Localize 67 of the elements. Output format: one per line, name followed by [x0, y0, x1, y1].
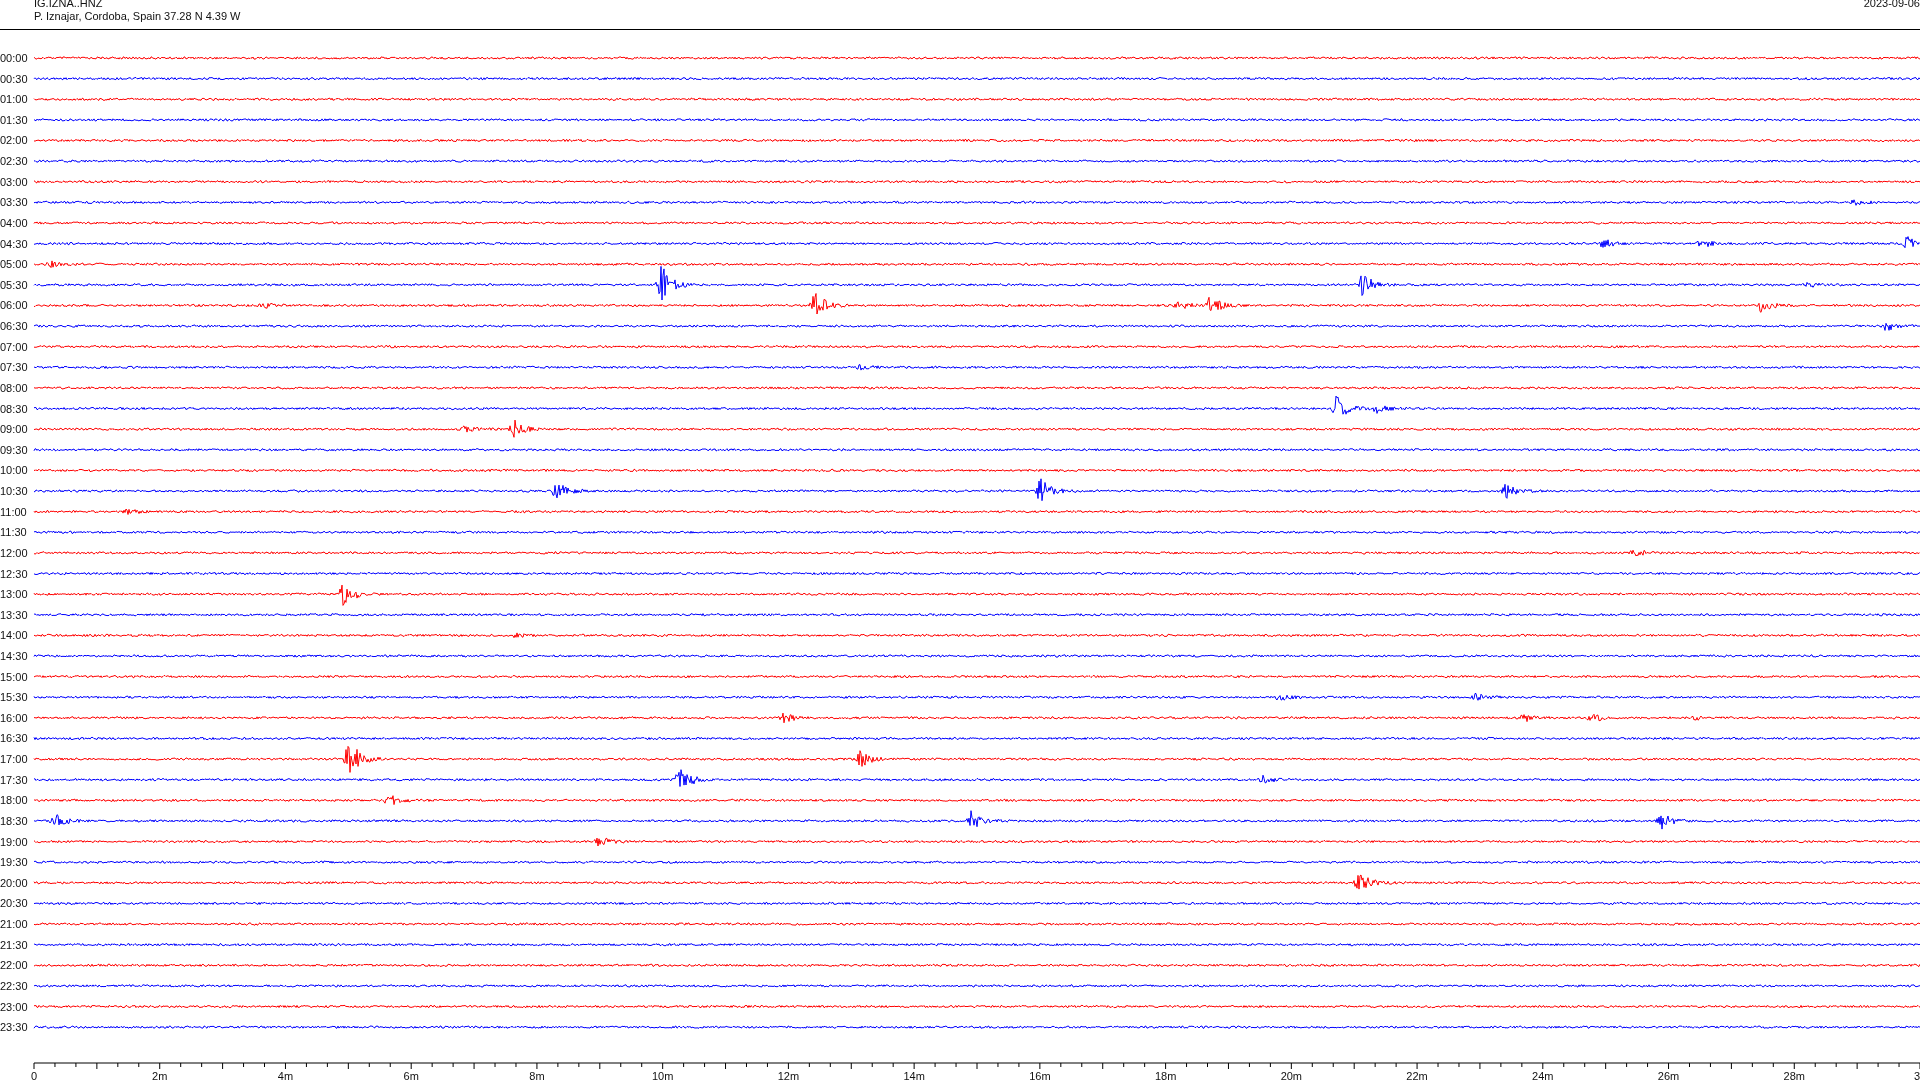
station-code: IG.IZNA..HNZ: [34, 0, 104, 10]
time-label: 13:00: [0, 588, 28, 601]
time-label: 22:00: [0, 959, 28, 972]
time-label: 01:00: [0, 93, 28, 106]
time-label: 15:00: [0, 670, 28, 683]
axis-label: 8m: [529, 1070, 545, 1080]
axis-label: 2m: [152, 1070, 168, 1080]
time-label: 14:00: [0, 629, 28, 642]
time-label: 18:30: [0, 814, 28, 827]
time-label: 08:00: [0, 381, 28, 394]
time-label: 06:00: [0, 299, 28, 312]
time-label: 22:30: [0, 979, 28, 992]
time-label: 20:00: [0, 876, 28, 889]
time-label: 16:30: [0, 732, 28, 745]
time-label: 02:30: [0, 155, 28, 168]
time-label: 21:30: [0, 938, 28, 951]
time-label: 00:30: [0, 72, 28, 85]
time-label: 10:30: [0, 485, 28, 497]
axis-label: 4m: [277, 1070, 294, 1080]
time-label: 07:30: [0, 361, 28, 374]
axis-label: 3: [1913, 1070, 1920, 1080]
time-label: 18:00: [0, 794, 28, 807]
time-label: 06:30: [0, 320, 28, 333]
time-label: 20:30: [0, 897, 28, 910]
axis-label: 6m: [403, 1070, 419, 1080]
time-label: 12:30: [0, 567, 28, 580]
axis-label: 16m: [1029, 1070, 1051, 1080]
axis-label: 20m: [1280, 1070, 1303, 1080]
time-label: 11:00: [0, 505, 27, 518]
time-label: 01:30: [0, 113, 28, 126]
time-label: 10:00: [0, 464, 28, 477]
time-label: 05:30: [0, 278, 28, 291]
time-label: 07:00: [0, 340, 28, 353]
axis-label: 24m: [1532, 1070, 1554, 1080]
axis-label: 28m: [1783, 1070, 1805, 1080]
time-label: 21:00: [0, 918, 28, 931]
time-label: 17:00: [0, 753, 28, 766]
time-label: 16:00: [0, 711, 28, 724]
time-label: 04:00: [0, 216, 28, 229]
time-label: 19:00: [0, 835, 28, 848]
time-label: 23:00: [0, 1000, 28, 1013]
time-label: 17:30: [0, 773, 28, 786]
time-label: 03:30: [0, 196, 28, 209]
time-label: 08:30: [0, 402, 28, 415]
plot-date: 2023-09-06: [1863, 0, 1920, 10]
axis-label: 22m: [1406, 1070, 1428, 1080]
time-label: 12:00: [0, 546, 28, 559]
time-label: 14:30: [0, 650, 28, 662]
time-label: 03:00: [0, 175, 28, 188]
axis-label: 0: [30, 1070, 38, 1080]
time-label: 00:00: [0, 52, 28, 64]
axis-label: 14m: [903, 1070, 925, 1080]
time-label: 02:00: [0, 134, 28, 147]
time-label: 04:30: [0, 237, 28, 250]
axis-label: 18m: [1154, 1070, 1177, 1080]
time-label: 09:00: [0, 423, 28, 436]
axis-label: 12m: [777, 1070, 800, 1080]
station-location: P. Iznajar, Cordoba, Spain 37.28 N 4.39 W: [34, 10, 241, 23]
time-label: 09:30: [0, 443, 28, 456]
time-label: 15:30: [0, 691, 28, 704]
time-label: 05:00: [0, 258, 28, 271]
time-label: 23:30: [0, 1021, 28, 1034]
axis-label: 10m: [651, 1070, 674, 1080]
time-label: 13:30: [0, 608, 28, 621]
time-label: 11:30: [0, 526, 27, 539]
time-label: 19:30: [0, 856, 28, 869]
axis-label: 26m: [1657, 1070, 1680, 1080]
